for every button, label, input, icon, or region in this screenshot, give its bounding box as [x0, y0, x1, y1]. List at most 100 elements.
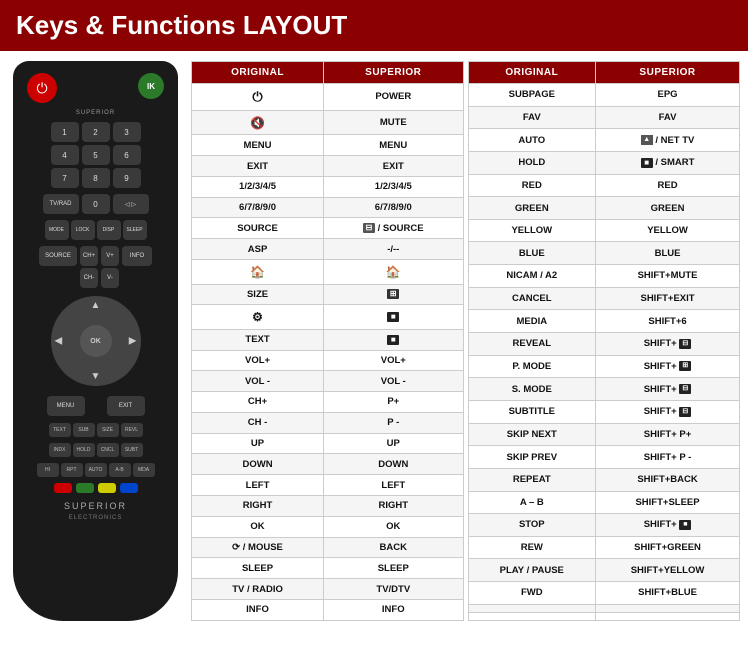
table-row: VOL+VOL+	[192, 350, 464, 371]
remote-green-button[interactable]: IK	[138, 73, 164, 99]
table-row: SOURCE⊟ / SOURCE	[192, 218, 464, 239]
right-function-table: ORIGINAL SUPERIOR SUBPAGEEPGFAVFAVAUTO▲ …	[468, 61, 741, 621]
remote-green-color-key[interactable]	[76, 483, 94, 493]
right-table-cell-original: STOP	[468, 514, 596, 537]
remote-down-arrow[interactable]: ▼	[91, 371, 101, 382]
remote-key-2[interactable]: 2	[82, 122, 110, 142]
remote-mid-row1: MODE LOCK DISP SLEEP	[21, 220, 170, 240]
right-table-cell-superior: BLUE	[596, 242, 740, 265]
remote-media-key[interactable]: MDA	[133, 463, 155, 477]
remote-key-0[interactable]: 0	[82, 194, 110, 214]
right-table-cell-superior: SHIFT+EXIT	[596, 287, 740, 310]
remote-key-6[interactable]: 6	[113, 145, 141, 165]
remote-left-arrow[interactable]: ◀	[55, 336, 63, 347]
table-row: EXITEXIT	[192, 156, 464, 177]
table-row: CH -P -	[192, 412, 464, 433]
table-row: SIZE⊞	[192, 284, 464, 305]
remote-mouse-key[interactable]: ◁ ▷	[113, 194, 149, 214]
left-table-cell-original: SLEEP	[192, 558, 324, 579]
remote-numpad: 1 2 3 4 5 6 7 8 9	[51, 122, 141, 188]
remote-ch-plus-key[interactable]: CH+	[80, 246, 98, 266]
right-table-cell-superior	[596, 612, 740, 620]
remote-ok-button[interactable]: OK	[80, 325, 112, 357]
right-table-body: SUBPAGEEPGFAVFAVAUTO▲ / NET TVHOLD■ / SM…	[468, 84, 740, 621]
table-row: ASP-/--	[192, 239, 464, 260]
remote-tv-radio-key[interactable]: TV/RAD	[43, 194, 79, 214]
remote-info-key[interactable]: INFO	[122, 246, 152, 266]
table-row	[468, 612, 740, 620]
right-table-cell-original: SKIP PREV	[468, 446, 596, 469]
remote-vol-plus-key[interactable]: V+	[101, 246, 119, 266]
remote-key-5[interactable]: 5	[82, 145, 110, 165]
right-table-cell-superior: GREEN	[596, 197, 740, 220]
remote-menu-exit-row: MENU EXIT	[21, 396, 170, 416]
remote-repeat-key[interactable]: RPT	[61, 463, 83, 477]
left-table-cell-original: CH -	[192, 412, 324, 433]
table-row: UPUP	[192, 433, 464, 454]
table-row: AUTO▲ / NET TV	[468, 129, 740, 152]
table-row: ⟳ / MOUSEBACK	[192, 537, 464, 558]
remote-cancel-key[interactable]: CNCL	[97, 443, 119, 457]
table-row: RIGHTRIGHT	[192, 495, 464, 516]
remote-ab-key[interactable]: A-B	[109, 463, 131, 477]
right-table-cell-original: SKIP NEXT	[468, 423, 596, 446]
remote-hold-key[interactable]: HOLD	[73, 443, 95, 457]
remote-key-3[interactable]: 3	[113, 122, 141, 142]
remote-key-1[interactable]: 1	[51, 122, 79, 142]
table-row: 🏠🏠	[192, 260, 464, 284]
remote-exit-key[interactable]: EXIT	[107, 396, 145, 416]
remote-source-key[interactable]: SOURCE	[39, 246, 77, 266]
remote-lock-key[interactable]: LOCK	[71, 220, 95, 240]
left-table-cell-original: 1/2/3/4/5	[192, 176, 324, 197]
remote-small-row1: TEXT SUB SIZE REVL	[49, 423, 143, 437]
right-table-cell-superior: SHIFT+BLUE	[596, 582, 740, 605]
remote-index-key[interactable]: INDX	[49, 443, 71, 457]
remote-reveal-key[interactable]: REVL	[121, 423, 143, 437]
remote-text-key[interactable]: TEXT	[49, 423, 71, 437]
right-table-cell-superior: SHIFT+ ⊟	[596, 400, 740, 423]
table-row: CH+P+	[192, 392, 464, 413]
table-row: SUBPAGEEPG	[468, 84, 740, 107]
left-table-cell-superior: INFO	[324, 599, 463, 620]
remote-auto-key[interactable]: AUTO	[85, 463, 107, 477]
remote-up-arrow[interactable]: ▲	[91, 300, 101, 311]
remote-key-9[interactable]: 9	[113, 168, 141, 188]
remote-blue-key[interactable]	[120, 483, 138, 493]
left-table-cell-superior: MENU	[324, 135, 463, 156]
table-row: CANCELSHIFT+EXIT	[468, 287, 740, 310]
remote-key-8[interactable]: 8	[82, 168, 110, 188]
remote-subtitle-key[interactable]: SUBT	[121, 443, 143, 457]
remote-disp-key[interactable]: DISP	[97, 220, 121, 240]
left-table-cell-superior: POWER	[324, 84, 463, 111]
remote-ch-minus-key[interactable]: CH-	[80, 268, 98, 288]
table-row: MENUMENU	[192, 135, 464, 156]
table-row: SKIP PREVSHIFT+ P -	[468, 446, 740, 469]
remote-vol-minus-key[interactable]: V-	[101, 268, 119, 288]
remote-right-arrow[interactable]: ▶	[129, 336, 137, 347]
right-table-cell-original: REPEAT	[468, 468, 596, 491]
remote-key-7[interactable]: 7	[51, 168, 79, 188]
left-table-cell-original: EXIT	[192, 156, 324, 177]
right-table-cell-original: P. MODE	[468, 355, 596, 378]
remote-power-button[interactable]	[27, 73, 57, 103]
remote-brand-label: SUPERIOR	[64, 501, 127, 511]
left-table-cell-superior: SLEEP	[324, 558, 463, 579]
left-table-cell-superior: P+	[324, 392, 463, 413]
left-function-table: ORIGINAL SUPERIOR ⏻POWER🔇MUTEMENUMENUEXI…	[191, 61, 464, 621]
remote-sleep-key[interactable]: SLEEP	[123, 220, 147, 240]
main-content: IK SUPERIOR 1 2 3 4 5 6 7 8 9 TV/RAD 0 ◁…	[0, 51, 748, 631]
left-table-cell-original: TV / RADIO	[192, 579, 324, 600]
table-row: BLUEBLUE	[468, 242, 740, 265]
remote-yellow-key[interactable]	[98, 483, 116, 493]
left-table-cell-original: RIGHT	[192, 495, 324, 516]
remote-subpage-key[interactable]: SUB	[73, 423, 95, 437]
remote-menu-key[interactable]: MENU	[47, 396, 85, 416]
remote-mode-key[interactable]: MODE	[45, 220, 69, 240]
right-table-cell-superior: SHIFT+ ⊞	[596, 355, 740, 378]
remote-key-4[interactable]: 4	[51, 145, 79, 165]
table-row: OKOK	[192, 516, 464, 537]
table-row: 1/2/3/4/51/2/3/4/5	[192, 176, 464, 197]
remote-red-key[interactable]	[54, 483, 72, 493]
remote-hi-key[interactable]: HI	[37, 463, 59, 477]
remote-size-key[interactable]: SIZE	[97, 423, 119, 437]
